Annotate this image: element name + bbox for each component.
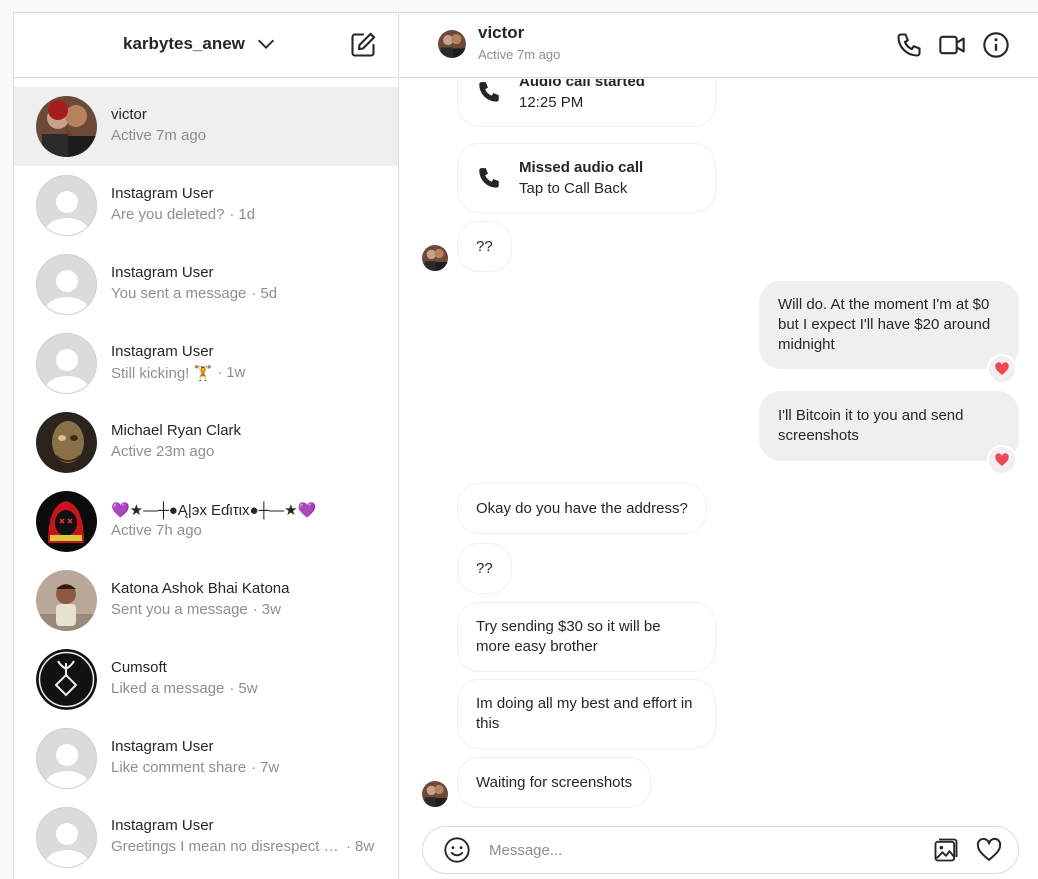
message-bubble[interactable]: Im doing all my best and effort in this [457,679,716,749]
message-bubble[interactable]: ?? [457,221,512,272]
thread-preview: Like comment share · 7w [111,759,280,776]
thread-name: Instagram User [111,817,214,834]
thread-name: Instagram User [111,264,214,281]
message-bubble[interactable]: Okay do you have the address? [457,483,707,534]
thread-name: Instagram User [111,343,214,360]
call-subtitle: Tap to Call Back [519,180,628,197]
thread-name: victor [111,106,147,123]
app-frame: karbytes_anew victor Active 7m ago Insta… [13,12,1038,879]
thread-item[interactable]: victor Active 7m ago [14,87,398,166]
chat-status: Active 7m ago [478,47,561,62]
thread-time: 7w [260,759,280,776]
call-event[interactable]: Missed audio call Tap to Call Back [457,143,716,213]
thread-preview: Active 7m ago [111,127,207,144]
avatar [422,245,448,271]
thread-preview: Active 7h ago [111,522,202,539]
thread-name: Instagram User [111,738,214,755]
phone-icon [479,82,499,102]
reaction-badge[interactable] [987,445,1017,475]
chevron-down-icon [257,39,274,49]
avatar [422,781,448,807]
thread-time: 8w [355,838,375,855]
message-input[interactable] [489,837,909,863]
thread-preview: Still kicking! 🏋 · 1w [111,364,246,382]
avatar [36,728,97,789]
reaction-badge[interactable] [987,354,1017,384]
image-icon[interactable] [932,836,960,864]
message-bubble[interactable]: ?? [457,543,512,594]
chat-panel: victor Active 7m ago Audio call started … [400,13,1038,879]
thread-item[interactable]: Instagram User Like comment share · 7w [14,719,398,798]
thread-time: 3w [261,601,281,618]
compose-icon[interactable] [349,31,377,59]
emoji-icon[interactable] [443,836,471,864]
call-subtitle: 12:25 PM [519,94,584,111]
thread-list: victor Active 7m ago Instagram User Are … [14,87,398,877]
thread-item[interactable]: Instagram User You sent a message · 5d [14,245,398,324]
thread-time: 5d [260,285,278,302]
thread-preview: You sent a message · 5d [111,285,278,302]
phone-icon [479,168,499,188]
inbox-sidebar: karbytes_anew victor Active 7m ago Insta… [14,13,399,879]
thread-preview: Active 23m ago [111,443,215,460]
account-name: karbytes_anew [123,34,245,53]
message-bubble[interactable]: Waiting for screenshots [457,757,652,808]
heart-icon[interactable] [975,836,1003,864]
video-icon[interactable] [938,31,966,59]
thread-time: 5w [238,680,258,697]
phone-icon[interactable] [895,31,923,59]
thread-preview: Greetings I mean no disrespect but I see… [111,838,375,855]
call-title: Missed audio call [519,159,644,176]
call-title: Audio call started [519,79,645,90]
avatar [36,412,97,473]
thread-item[interactable]: Michael Ryan Clark Active 23m ago [14,403,398,482]
avatar [36,649,97,710]
thread-preview: Sent you a message · 3w [111,601,281,618]
chat-title[interactable]: victor [478,23,524,43]
thread-name: Michael Ryan Clark [111,422,242,439]
thread-time: 1d [238,206,256,223]
message-bubble[interactable]: I'll Bitcoin it to you and send screensh… [759,391,1019,461]
thread-preview: Liked a message · 5w [111,680,258,697]
heart-icon [995,453,1009,466]
thread-name: Instagram User [111,185,214,202]
message-bubble[interactable]: Try sending $30 so it will be more easy … [457,602,716,672]
thread-item[interactable]: Instagram User Still kicking! 🏋 · 1w [14,324,398,403]
avatar [36,175,97,236]
avatar [36,491,97,552]
message-thread: Audio call started 12:25 PM Missed audio… [400,79,1038,819]
thread-name: Cumsoft [111,659,167,676]
thread-preview: Are you deleted? · 1d [111,206,256,223]
avatar [36,96,97,157]
call-event[interactable]: Audio call started 12:25 PM [457,79,716,127]
avatar [36,333,97,394]
avatar [36,254,97,315]
thread-item[interactable]: 💜★—┼●Ą|эx Eɗιτιx●┼—★💜 Active 7h ago [14,482,398,561]
chat-header: victor Active 7m ago [400,13,1038,78]
thread-item[interactable]: Katona Ashok Bhai Katona Sent you a mess… [14,561,398,640]
thread-item[interactable]: Cumsoft Liked a message · 5w [14,640,398,719]
info-icon[interactable] [982,31,1010,59]
message-bubble[interactable]: Will do. At the moment I'm at $0 but I e… [759,281,1019,369]
thread-name: Katona Ashok Bhai Katona [111,580,290,597]
avatar [36,570,97,631]
thread-item[interactable]: Instagram User Are you deleted? · 1d [14,166,398,245]
avatar[interactable] [438,30,466,58]
heart-icon [995,362,1009,375]
message-composer [422,826,1019,874]
sidebar-header: karbytes_anew [14,13,398,78]
thread-name: 💜★—┼●Ą|эx Eɗιτιx●┼—★💜 [111,502,317,519]
thread-item[interactable]: Instagram User Greetings I mean no disre… [14,798,398,877]
account-switcher[interactable]: karbytes_anew [123,33,277,55]
avatar [36,807,97,868]
thread-time: 1w [226,364,246,381]
